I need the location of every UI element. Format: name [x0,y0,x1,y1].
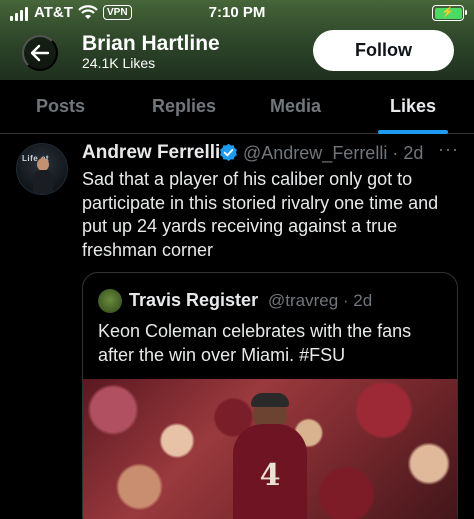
tweet-author-name[interactable]: Andrew Ferrelli [82,142,220,164]
tab-replies[interactable]: Replies [152,96,216,117]
quote-text: Keon Coleman celebrates with the fans af… [98,321,412,365]
tab-media[interactable]: Media [270,96,321,117]
jersey-number: 4 [259,458,281,493]
back-arrow-icon [30,44,50,62]
quote-avatar[interactable] [98,289,122,313]
tweet-author-handle[interactable]: @Andrew_Ferrelli · 2d [243,143,423,164]
active-tab-indicator [378,130,448,134]
verified-badge-icon [220,143,237,162]
charging-battery-icon: ⚡ [432,5,467,21]
back-button[interactable] [22,35,58,71]
tweet-text: Sad that a player of his caliber only go… [82,169,439,260]
more-options-icon[interactable]: ··· [438,139,459,160]
profile-name: Brian Hartline [82,32,220,55]
status-time: 7:10 PM [208,4,266,21]
avatar[interactable]: Life et [16,143,68,195]
tab-posts[interactable]: Posts [36,96,85,117]
status-bar: AT&T VPN 7:10 PM ⚡ [0,0,474,26]
tab-likes[interactable]: Likes [390,96,436,117]
quote-author-name: Travis Register [129,290,259,310]
profile-likes-count: 24.1K Likes [82,55,156,71]
quoted-tweet[interactable]: Travis Register @travreg · 2d Keon Colem… [82,272,458,519]
profile-tabs: Posts Replies Media Likes [0,80,474,134]
follow-button[interactable]: Follow [313,30,454,71]
quote-author-handle: @travreg · 2d [268,291,373,310]
quote-photo[interactable]: 4 [83,379,457,519]
